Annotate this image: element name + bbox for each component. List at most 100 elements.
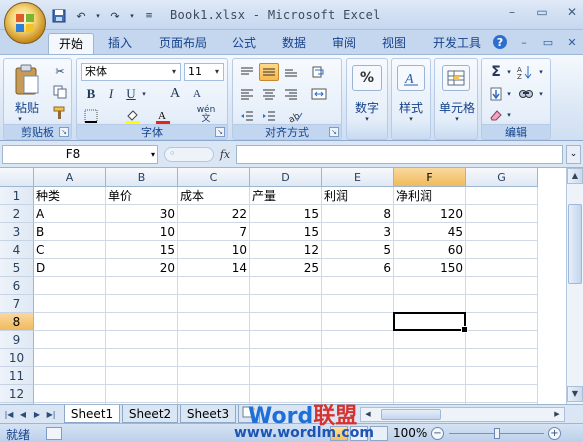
- align-middle-icon[interactable]: [259, 63, 279, 81]
- restore-workbook-button[interactable]: ▭: [541, 35, 555, 49]
- grid-cell[interactable]: [250, 313, 322, 331]
- grid-cell[interactable]: 7: [178, 223, 250, 241]
- styles-dropdown-icon[interactable]: ▾: [406, 115, 416, 123]
- grid-cell[interactable]: [34, 313, 106, 331]
- row-header[interactable]: 6: [0, 277, 34, 295]
- redo-icon[interactable]: ↷: [106, 8, 124, 24]
- grid-cell[interactable]: 种类: [34, 187, 106, 205]
- increase-indent-icon[interactable]: [259, 107, 279, 125]
- grid-cell[interactable]: 成本: [178, 187, 250, 205]
- grid-cell[interactable]: [250, 277, 322, 295]
- scroll-down-icon[interactable]: ▼: [567, 386, 583, 402]
- column-header[interactable]: F: [394, 168, 466, 187]
- grid-cell[interactable]: [466, 187, 538, 205]
- clear-dropdown-icon[interactable]: ▾: [505, 110, 513, 120]
- sheet-tab-2[interactable]: Sheet2: [122, 405, 178, 423]
- grid-cell[interactable]: [34, 295, 106, 313]
- undo-icon[interactable]: ↶: [72, 8, 90, 24]
- grid-cell[interactable]: [322, 295, 394, 313]
- tab-formulas[interactable]: 公式: [222, 33, 266, 54]
- grid-cell[interactable]: [466, 241, 538, 259]
- grid-cell[interactable]: D: [34, 259, 106, 277]
- grid-cell[interactable]: 60: [394, 241, 466, 259]
- sheet-tab-1[interactable]: Sheet1: [64, 405, 120, 423]
- decrease-indent-icon[interactable]: [237, 107, 257, 125]
- grid-cell[interactable]: [394, 349, 466, 367]
- font-launcher-icon[interactable]: ↘: [215, 127, 225, 137]
- grid-cell[interactable]: [466, 205, 538, 223]
- close-button[interactable]: ✕: [565, 5, 579, 19]
- column-header[interactable]: B: [106, 168, 178, 187]
- grid-cell[interactable]: 12: [250, 241, 322, 259]
- undo-dropdown-icon[interactable]: ▾: [94, 8, 102, 24]
- grid-cell[interactable]: 25: [250, 259, 322, 277]
- grid-cell[interactable]: [322, 331, 394, 349]
- grid-cell[interactable]: [34, 277, 106, 295]
- paste-button[interactable]: [10, 62, 44, 98]
- number-dropdown-icon[interactable]: ▾: [362, 115, 372, 123]
- grid-cell[interactable]: [34, 367, 106, 385]
- grid-cell[interactable]: [466, 259, 538, 277]
- styles-icon[interactable]: A: [397, 65, 425, 91]
- grid-cell[interactable]: [250, 295, 322, 313]
- vertical-scroll-thumb[interactable]: [568, 204, 582, 284]
- grid-cell[interactable]: [466, 349, 538, 367]
- font-size-combo[interactable]: 11 ▾: [184, 63, 224, 81]
- grid-cell[interactable]: [106, 313, 178, 331]
- row-header[interactable]: 5: [0, 259, 34, 277]
- grid-cell[interactable]: [394, 313, 466, 331]
- grid-cell[interactable]: 45: [394, 223, 466, 241]
- grid-cell[interactable]: [106, 295, 178, 313]
- grid-cell[interactable]: [250, 349, 322, 367]
- find-select-icon[interactable]: [516, 85, 536, 103]
- align-bottom-icon[interactable]: [281, 63, 301, 81]
- grid-cell[interactable]: 150: [394, 259, 466, 277]
- grid-cell[interactable]: 14: [178, 259, 250, 277]
- grid-cell[interactable]: [394, 385, 466, 403]
- italic-button[interactable]: I: [101, 85, 121, 103]
- grow-font-button[interactable]: A: [165, 85, 185, 103]
- sort-dropdown-icon[interactable]: ▾: [537, 67, 545, 77]
- insert-function-button[interactable]: fx: [216, 145, 234, 164]
- grid-cell[interactable]: [322, 349, 394, 367]
- grid-cell[interactable]: [178, 331, 250, 349]
- name-box[interactable]: F8 ▾: [2, 145, 158, 164]
- tab-page-layout[interactable]: 页面布局: [150, 33, 216, 54]
- grid-cell[interactable]: 120: [394, 205, 466, 223]
- phonetic-guide-button[interactable]: wén 文: [191, 105, 221, 125]
- macro-record-icon[interactable]: [46, 427, 62, 440]
- align-center-icon[interactable]: [259, 85, 279, 103]
- align-left-icon[interactable]: [237, 85, 257, 103]
- grid-cell[interactable]: [394, 331, 466, 349]
- column-header[interactable]: G: [466, 168, 538, 187]
- grid-cell[interactable]: [34, 349, 106, 367]
- grid-cell[interactable]: [178, 277, 250, 295]
- row-header[interactable]: 10: [0, 349, 34, 367]
- clear-icon[interactable]: [486, 106, 506, 124]
- grid-cell[interactable]: [466, 277, 538, 295]
- expand-formula-bar-icon[interactable]: ⌄: [566, 145, 581, 164]
- grid-cell[interactable]: [106, 277, 178, 295]
- fill-color-icon[interactable]: [123, 107, 143, 125]
- grid-cell[interactable]: 净利润: [394, 187, 466, 205]
- help-icon[interactable]: ?: [493, 35, 507, 49]
- find-dropdown-icon[interactable]: ▾: [537, 89, 545, 99]
- grid-cell[interactable]: 22: [178, 205, 250, 223]
- row-header[interactable]: 12: [0, 385, 34, 403]
- grid-cell[interactable]: [34, 331, 106, 349]
- column-header[interactable]: D: [250, 168, 322, 187]
- column-header[interactable]: E: [322, 168, 394, 187]
- number-format-icon[interactable]: %: [352, 65, 382, 91]
- first-sheet-icon[interactable]: |◀: [3, 408, 15, 421]
- row-header[interactable]: 11: [0, 367, 34, 385]
- grid-cell[interactable]: [466, 313, 538, 331]
- restore-button[interactable]: ▭: [535, 5, 549, 19]
- underline-dropdown-icon[interactable]: ▾: [140, 89, 148, 99]
- scroll-right-icon[interactable]: ▶: [550, 408, 564, 421]
- grid-cell[interactable]: 5: [322, 241, 394, 259]
- tab-review[interactable]: 审阅: [322, 33, 366, 54]
- select-all-corner[interactable]: [0, 168, 34, 187]
- grid-cell[interactable]: [178, 367, 250, 385]
- font-color-icon[interactable]: A: [153, 107, 173, 125]
- grid-cell[interactable]: 15: [106, 241, 178, 259]
